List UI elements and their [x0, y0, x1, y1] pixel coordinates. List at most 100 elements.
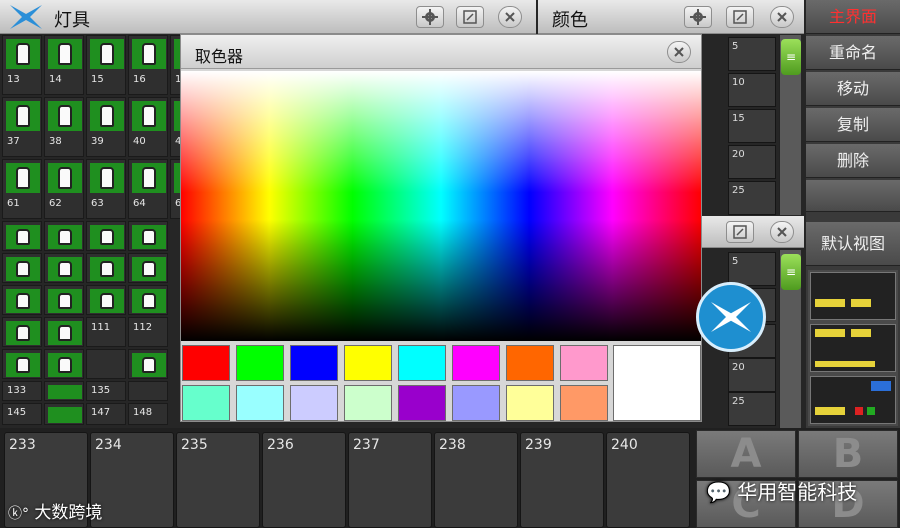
main-screen-button[interactable]: 主界面 [806, 0, 900, 34]
fixture-cell[interactable] [86, 349, 126, 379]
fixture-cell[interactable] [86, 285, 126, 315]
color-close-button[interactable] [770, 6, 794, 28]
playback-cell[interactable]: 235 [176, 432, 260, 528]
color-swatch[interactable] [452, 345, 500, 381]
fixture-cell[interactable]: 147 [86, 403, 126, 425]
fixture-cell[interactable] [86, 253, 126, 283]
fixture-cell[interactable] [2, 317, 42, 347]
color-swatch[interactable] [236, 345, 284, 381]
scroll-thumb[interactable]: ≡ [781, 254, 801, 290]
fixture-cell[interactable]: 14 [44, 35, 84, 95]
fixture-cell[interactable]: 145 [2, 403, 42, 425]
color-cell[interactable]: 15 [728, 109, 776, 143]
watermark-left: ⓚ° 大数跨境 [8, 503, 103, 523]
playback-b-button[interactable]: B [798, 430, 898, 478]
fixture-cell[interactable] [44, 349, 84, 379]
view-thumbnail[interactable] [810, 324, 896, 372]
fixture-cell[interactable] [2, 253, 42, 283]
fixture-cell[interactable]: 148 [128, 403, 168, 425]
fixture-cell[interactable]: 38 [44, 97, 84, 157]
fixture-settings-button[interactable] [416, 6, 444, 28]
selected-color-preview [613, 345, 701, 421]
playback-a-button[interactable]: A [696, 430, 796, 478]
fixture-cell[interactable] [128, 221, 168, 251]
fixture-cell[interactable]: 15 [86, 35, 126, 95]
fixture-cell[interactable] [128, 349, 168, 379]
playback-cell[interactable]: 239 [520, 432, 604, 528]
fixture-cell[interactable]: 37 [2, 97, 42, 157]
color-swatch[interactable] [236, 385, 284, 421]
playback-cell[interactable]: 237 [348, 432, 432, 528]
color-swatch[interactable] [290, 385, 338, 421]
floating-logo[interactable] [696, 282, 766, 352]
fixture-cell[interactable] [128, 285, 168, 315]
fixture-cell[interactable] [128, 381, 168, 401]
fixture-cell[interactable] [86, 221, 126, 251]
fixture-cell[interactable]: 13 [2, 35, 42, 95]
fixture-cell[interactable]: 135 [86, 381, 126, 401]
fixture-cell[interactable] [44, 253, 84, 283]
playback-cell[interactable]: 240 [606, 432, 690, 528]
fixture-cell[interactable] [44, 221, 84, 251]
scroll-thumb[interactable]: ≡ [781, 39, 801, 75]
color-swatch[interactable] [182, 385, 230, 421]
fixture-cell[interactable]: 111 [86, 317, 126, 347]
color-cell[interactable]: 10 [728, 73, 776, 107]
fixture-cell[interactable] [2, 221, 42, 251]
color-cell[interactable]: 20 [728, 358, 776, 392]
view-thumbnail[interactable] [810, 272, 896, 320]
color-expand-button[interactable] [726, 6, 754, 28]
color-swatch[interactable] [560, 345, 608, 381]
color-cell[interactable]: 25 [728, 392, 776, 426]
color-swatch[interactable] [398, 345, 446, 381]
move-button[interactable]: 移动 [806, 72, 900, 106]
color-swatch[interactable] [506, 345, 554, 381]
fixture-cell[interactable]: 16 [128, 35, 168, 95]
color-cell[interactable]: 25 [728, 181, 776, 215]
playback-cell[interactable]: 236 [262, 432, 346, 528]
color-spectrum[interactable] [181, 71, 701, 341]
rename-button[interactable]: 重命名 [806, 36, 900, 70]
fixture-cell[interactable]: 39 [86, 97, 126, 157]
fixture-cell[interactable]: 64 [128, 159, 168, 219]
fixture-cell[interactable]: 112 [128, 317, 168, 347]
color-swatch[interactable] [344, 345, 392, 381]
fixture-close-button[interactable] [498, 6, 522, 28]
fixture-cell[interactable] [128, 253, 168, 283]
fixture-cell[interactable] [44, 317, 84, 347]
color-swatch[interactable] [398, 385, 446, 421]
color-cell[interactable]: 20 [728, 145, 776, 179]
color-swatch[interactable] [506, 385, 554, 421]
color-swatch[interactable] [182, 345, 230, 381]
color-cell[interactable]: 5 [728, 252, 776, 286]
fixture-cell[interactable] [2, 285, 42, 315]
copy-button[interactable]: 复制 [806, 108, 900, 142]
subpanel-expand-button[interactable] [726, 221, 754, 243]
fixture-cell[interactable] [44, 285, 84, 315]
fixture-cell[interactable]: 61 [2, 159, 42, 219]
color-picker-close-button[interactable] [667, 41, 691, 63]
fixture-cell[interactable]: 133 [2, 381, 42, 401]
delete-button[interactable]: 删除 [806, 144, 900, 178]
fixture-expand-button[interactable] [456, 6, 484, 28]
color-cell[interactable]: 5 [728, 37, 776, 71]
default-view-button[interactable]: 默认视图 [806, 222, 900, 266]
fixture-cell[interactable]: 40 [128, 97, 168, 157]
color-settings-button[interactable] [684, 6, 712, 28]
color-swatch[interactable] [560, 385, 608, 421]
color-list-top-scrollbar[interactable]: ≡ [779, 35, 801, 215]
fixture-cell[interactable]: 63 [86, 159, 126, 219]
color-swatch[interactable] [344, 385, 392, 421]
color-list-bottom-scrollbar[interactable]: ≡ [779, 250, 801, 428]
color-swatch[interactable] [452, 385, 500, 421]
playback-cell[interactable]: 238 [434, 432, 518, 528]
subpanel-close-button[interactable] [770, 221, 794, 243]
fixture-cell[interactable]: 62 [44, 159, 84, 219]
view-thumbnail[interactable] [810, 376, 896, 424]
fixture-cell[interactable] [2, 349, 42, 379]
close-icon [777, 12, 787, 22]
color-swatch[interactable] [290, 345, 338, 381]
fixture-cell[interactable] [44, 403, 84, 425]
fixture-cell[interactable] [44, 381, 84, 401]
playback-cell[interactable]: 234 [90, 432, 174, 528]
